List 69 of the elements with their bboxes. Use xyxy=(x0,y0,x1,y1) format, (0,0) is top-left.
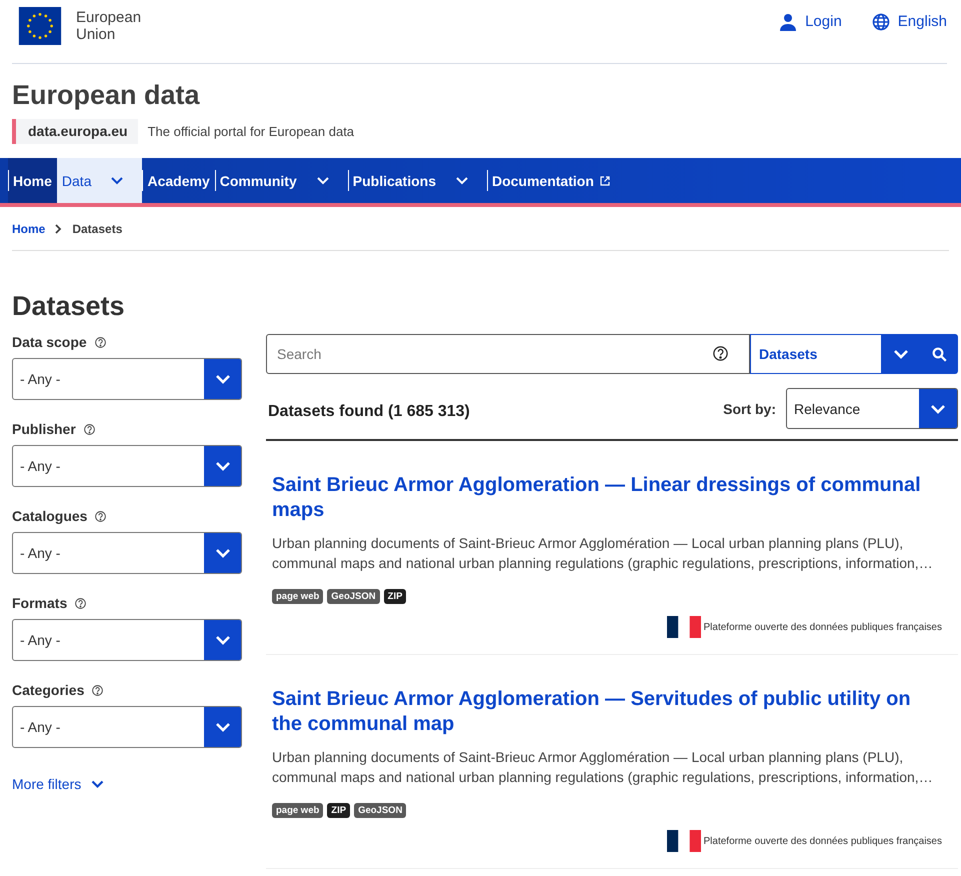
site-domain: data.europa.eu xyxy=(12,119,138,144)
results-count: Datasets found (1 685 313) xyxy=(268,402,470,420)
help-icon[interactable] xyxy=(92,684,104,696)
breadcrumb-current: Datasets xyxy=(72,222,122,236)
page-title: Datasets xyxy=(12,291,126,322)
french-flag-icon xyxy=(666,616,701,638)
help-icon[interactable] xyxy=(94,336,106,348)
chevron-down-icon xyxy=(930,404,946,414)
scope-dropdown[interactable]: Datasets xyxy=(750,334,882,374)
help-icon[interactable] xyxy=(95,510,106,522)
dataset-description: Urban planning documents of Saint-Brieuc Armor Agglomération — Local urban planning plans (PLU), communal maps and national urban planning regulations (graphic regulations, prescriptions, information,… xyxy=(272,534,934,573)
globe-icon xyxy=(872,12,890,30)
dataset-title-link[interactable]: Saint Brieuc Armor Agglomeration — Linear dressings of communal maps xyxy=(272,473,942,523)
chevron-down-icon xyxy=(214,461,230,471)
help-icon[interactable] xyxy=(75,598,86,608)
format-tag: GeoJSON xyxy=(327,589,380,604)
scope-chevron-button[interactable] xyxy=(882,334,920,374)
site-title: European data xyxy=(12,80,201,111)
nav-item[interactable]: Community xyxy=(214,158,348,203)
login-link[interactable]: Login xyxy=(779,12,842,30)
help-icon[interactable] xyxy=(84,424,95,434)
format-tag: ZIP xyxy=(327,803,350,818)
chevron-down-icon xyxy=(91,780,104,788)
filter-dropdown[interactable]: - Any - xyxy=(12,445,242,487)
format-tag: page web xyxy=(272,803,324,818)
format-tag: ZIP xyxy=(384,589,406,604)
nav-item[interactable]: Home xyxy=(8,158,57,203)
chevron-down-icon xyxy=(214,722,230,732)
filter-label: Categories xyxy=(12,682,84,698)
filter-label: Catalogues xyxy=(12,508,88,524)
site-tagline: The official portal for European data xyxy=(148,124,354,139)
filter-label: Publisher xyxy=(12,421,76,437)
publisher-name: Plateforme ouverte des données publiques françaises xyxy=(704,622,942,632)
nav-item[interactable]: Academy xyxy=(142,158,215,203)
user-icon xyxy=(779,12,798,30)
filter-dropdown[interactable]: - Any - xyxy=(12,706,242,748)
filter-dropdown[interactable]: - Any - xyxy=(12,358,242,400)
chevron-right-icon xyxy=(55,224,62,234)
search-icon xyxy=(932,346,946,362)
help-icon[interactable] xyxy=(713,346,728,361)
language-link[interactable]: English xyxy=(872,12,947,30)
search-field[interactable]: Search xyxy=(266,334,750,374)
filter-dropdown[interactable]: - Any - xyxy=(12,532,242,574)
sort-dropdown[interactable]: Relevance xyxy=(786,388,958,429)
format-tag: GeoJSON xyxy=(354,803,406,818)
chevron-down-icon xyxy=(111,176,124,184)
dataset-title-link[interactable]: Saint Brieuc Armor Agglomeration — Servitudes of public utility on the communal map xyxy=(272,687,942,737)
filter-dropdown[interactable]: - Any - xyxy=(12,619,242,661)
dataset-description: Urban planning documents of Saint-Brieuc Armor Agglomération — Local urban planning plans (PLU), communal maps and national urban planning regulations (graphic regulations, prescriptions, information,… xyxy=(272,748,934,787)
sort-label: Sort by: xyxy=(723,400,776,416)
logo-text[interactable]: European Union xyxy=(76,8,156,42)
filter-label: Formats xyxy=(12,595,68,611)
chevron-down-icon xyxy=(214,374,230,384)
french-flag-icon xyxy=(666,830,701,852)
nav-item[interactable]: Data xyxy=(56,158,142,203)
nav-item[interactable]: Documentation xyxy=(486,158,615,203)
chevron-down-icon xyxy=(214,548,230,558)
search-button[interactable] xyxy=(920,334,958,374)
external-link-icon xyxy=(600,176,610,186)
more-filters-link[interactable]: More filters xyxy=(12,776,242,792)
filter-label: Data scope xyxy=(12,334,87,350)
chevron-down-icon xyxy=(893,349,909,359)
nav-item[interactable]: Publications xyxy=(348,158,487,203)
publisher-name: Plateforme ouverte des données publiques françaises xyxy=(704,836,942,846)
format-tag: page web xyxy=(272,589,324,604)
chevron-down-icon xyxy=(456,176,468,184)
chevron-down-icon xyxy=(316,176,329,184)
breadcrumb-link[interactable]: Home xyxy=(12,222,46,236)
chevron-down-icon xyxy=(214,635,230,645)
